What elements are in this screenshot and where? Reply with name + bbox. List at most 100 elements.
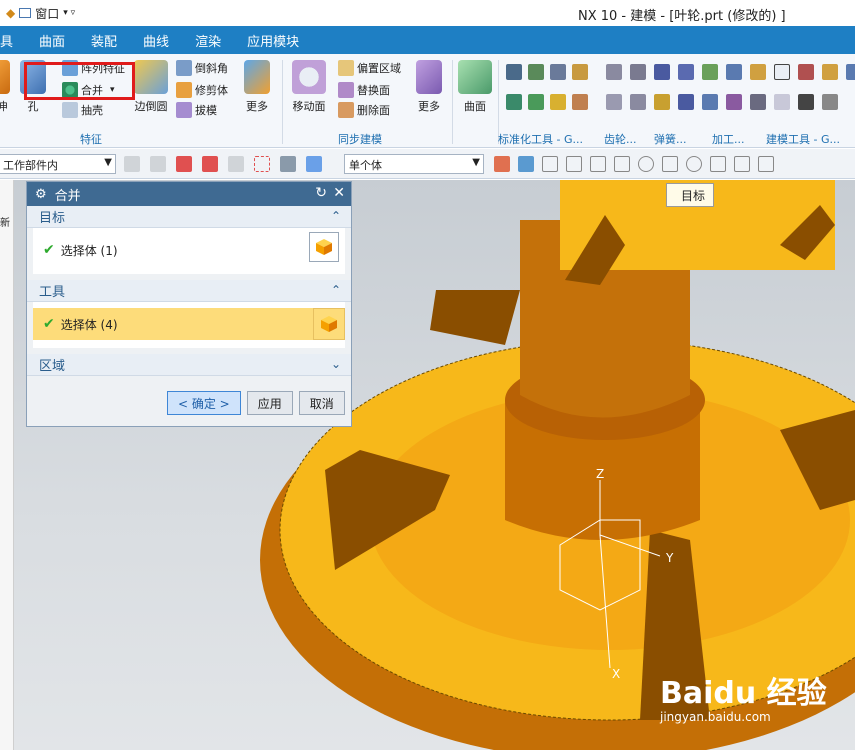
part-navigator-panel[interactable]: 新 [0,180,14,750]
selection-tool-icon[interactable] [150,156,166,172]
snap-tool-icon[interactable] [518,156,534,172]
dialog-buttons: < 确定 > 应用 取消 [167,391,345,415]
pull-button[interactable]: 伸 [0,60,10,114]
body-filter-icon[interactable] [306,156,322,172]
gc-tool-icon[interactable] [572,94,588,110]
snap-tool-icon[interactable] [638,156,654,172]
spring-tool-icon[interactable] [654,94,670,110]
menu-item-application[interactable]: 应用模块 [247,31,299,50]
snap-tool-icon[interactable] [590,156,606,172]
gc-tool-icon[interactable] [550,64,566,80]
gc-tool-icon[interactable] [550,94,566,110]
gear-tool-icon[interactable] [630,94,646,110]
snap-tool-icon[interactable] [662,156,678,172]
modeling-tool-icon[interactable] [798,64,814,80]
menu-item-assembly[interactable]: 装配 [91,31,117,50]
machining-tool-icon[interactable] [702,64,718,80]
edge-blend-button[interactable]: 边倒圆 [134,60,168,114]
machining-tool-icon[interactable] [702,94,718,110]
gear-tool-icon[interactable] [606,64,622,80]
gc-tool-icon[interactable] [528,64,544,80]
snap-tool-icon[interactable] [566,156,582,172]
gear-tool-icon[interactable] [630,64,646,80]
snap-tool-icon[interactable] [542,156,558,172]
modeling-tool-icon[interactable] [774,94,790,110]
gc-tool-icon[interactable] [506,94,522,110]
ok-button[interactable]: < 确定 > [167,391,241,415]
snap-tool-icon[interactable] [710,156,726,172]
y-axis-label: Y [665,551,674,565]
gc-tool-icon[interactable] [506,64,522,80]
snap-tool-icon[interactable] [686,156,702,172]
snap-tool-icon[interactable] [614,156,630,172]
menu-item-curve[interactable]: 曲线 [143,31,169,50]
draft-button[interactable]: 拔模 [176,102,217,118]
window-menu[interactable]: ◆ 窗口 ▾ ▿ [6,5,75,22]
modeling-tool-icon[interactable] [822,94,838,110]
move-face-button[interactable]: 移动面 [292,60,326,114]
machining-tool-icon[interactable] [726,94,742,110]
selection-tool-icon[interactable] [280,156,296,172]
delete-face-button[interactable]: 删除面 [338,102,390,118]
target-select-body-row[interactable]: ✔ 选择体 (1) [33,234,331,266]
gear-group-label: 齿轮... [604,133,637,146]
body-dropdown-value: 单个体 [349,159,382,172]
spring-tool-icon[interactable] [678,94,694,110]
sync-more-button[interactable]: 更多 [416,60,442,114]
gc-tool-icon[interactable] [528,94,544,110]
tool-section-header[interactable]: 工具 ⌃ [27,280,351,302]
gc-group-label: 标准化工具 - G... [498,133,583,146]
gc-tool-icon[interactable] [572,64,588,80]
modeling-tool-icon[interactable] [798,94,814,110]
tool-select-body-button[interactable] [313,308,345,340]
apply-button[interactable]: 应用 [246,391,293,415]
shell-button[interactable]: 抽壳 [62,102,103,118]
spring-tool-icon[interactable] [654,64,670,80]
selection-tool-icon[interactable] [124,156,140,172]
offset-region-button[interactable]: 偏置区域 [338,60,401,76]
target-select-body-button[interactable] [309,232,339,262]
snap-tool-icon[interactable] [758,156,774,172]
combine-highlight-box [24,62,135,100]
chamfer-label: 倒斜角 [195,62,228,75]
machining-tool-icon[interactable] [750,64,766,80]
close-icon[interactable]: ✕ [333,185,345,201]
chevron-up-icon[interactable]: ⌃ [331,283,341,297]
menu-bar: 具 曲面 装配 曲线 渲染 应用模块 [0,26,855,54]
selection-tool-icon[interactable] [176,156,192,172]
filter-dropdown[interactable]: 工作部件内 ▼ [0,154,116,174]
sync-more-label: 更多 [418,100,440,113]
selection-tool-icon[interactable] [202,156,218,172]
target-section-header[interactable]: 目标 ⌃ [27,206,351,228]
snap-tool-icon[interactable] [494,156,510,172]
chevron-down-icon[interactable]: ⌄ [331,357,341,371]
cancel-button[interactable]: 取消 [298,391,345,415]
selection-tool-icon[interactable] [228,156,244,172]
chevron-down-icon: ▼ [472,157,480,168]
feature-more-button[interactable]: 更多 [244,60,270,114]
machining-tool-icon[interactable] [750,94,766,110]
replace-face-button[interactable]: 替换面 [338,82,390,98]
spring-tool-icon[interactable] [678,64,694,80]
chamfer-button[interactable]: 倒斜角 [176,60,228,76]
gear-icon[interactable]: ⚙ [35,187,47,202]
menu-item-tools[interactable]: 具 [0,31,13,50]
tool-select-body-row[interactable]: ✔ 选择体 (4) [33,308,331,340]
surface-button[interactable]: 曲面 [458,60,492,114]
ribbon-separator [282,60,283,144]
modeling-tool-icon[interactable] [774,64,790,80]
box-select-icon[interactable] [254,156,270,172]
navigator-tab-label: 新 [0,218,10,229]
menu-item-surface[interactable]: 曲面 [39,31,65,50]
snap-tool-icon[interactable] [734,156,750,172]
trim-body-button[interactable]: 修剪体 [176,82,228,98]
machining-tool-icon[interactable] [726,64,742,80]
reset-icon[interactable]: ↻ [315,185,327,201]
menu-item-render[interactable]: 渲染 [195,31,221,50]
gear-tool-icon[interactable] [606,94,622,110]
region-section-header[interactable]: 区域 ⌄ [27,354,351,376]
chevron-up-icon[interactable]: ⌃ [331,209,341,223]
body-dropdown[interactable]: 单个体 ▼ [344,154,484,174]
modeling-tool-icon[interactable] [846,64,855,80]
modeling-tool-icon[interactable] [822,64,838,80]
